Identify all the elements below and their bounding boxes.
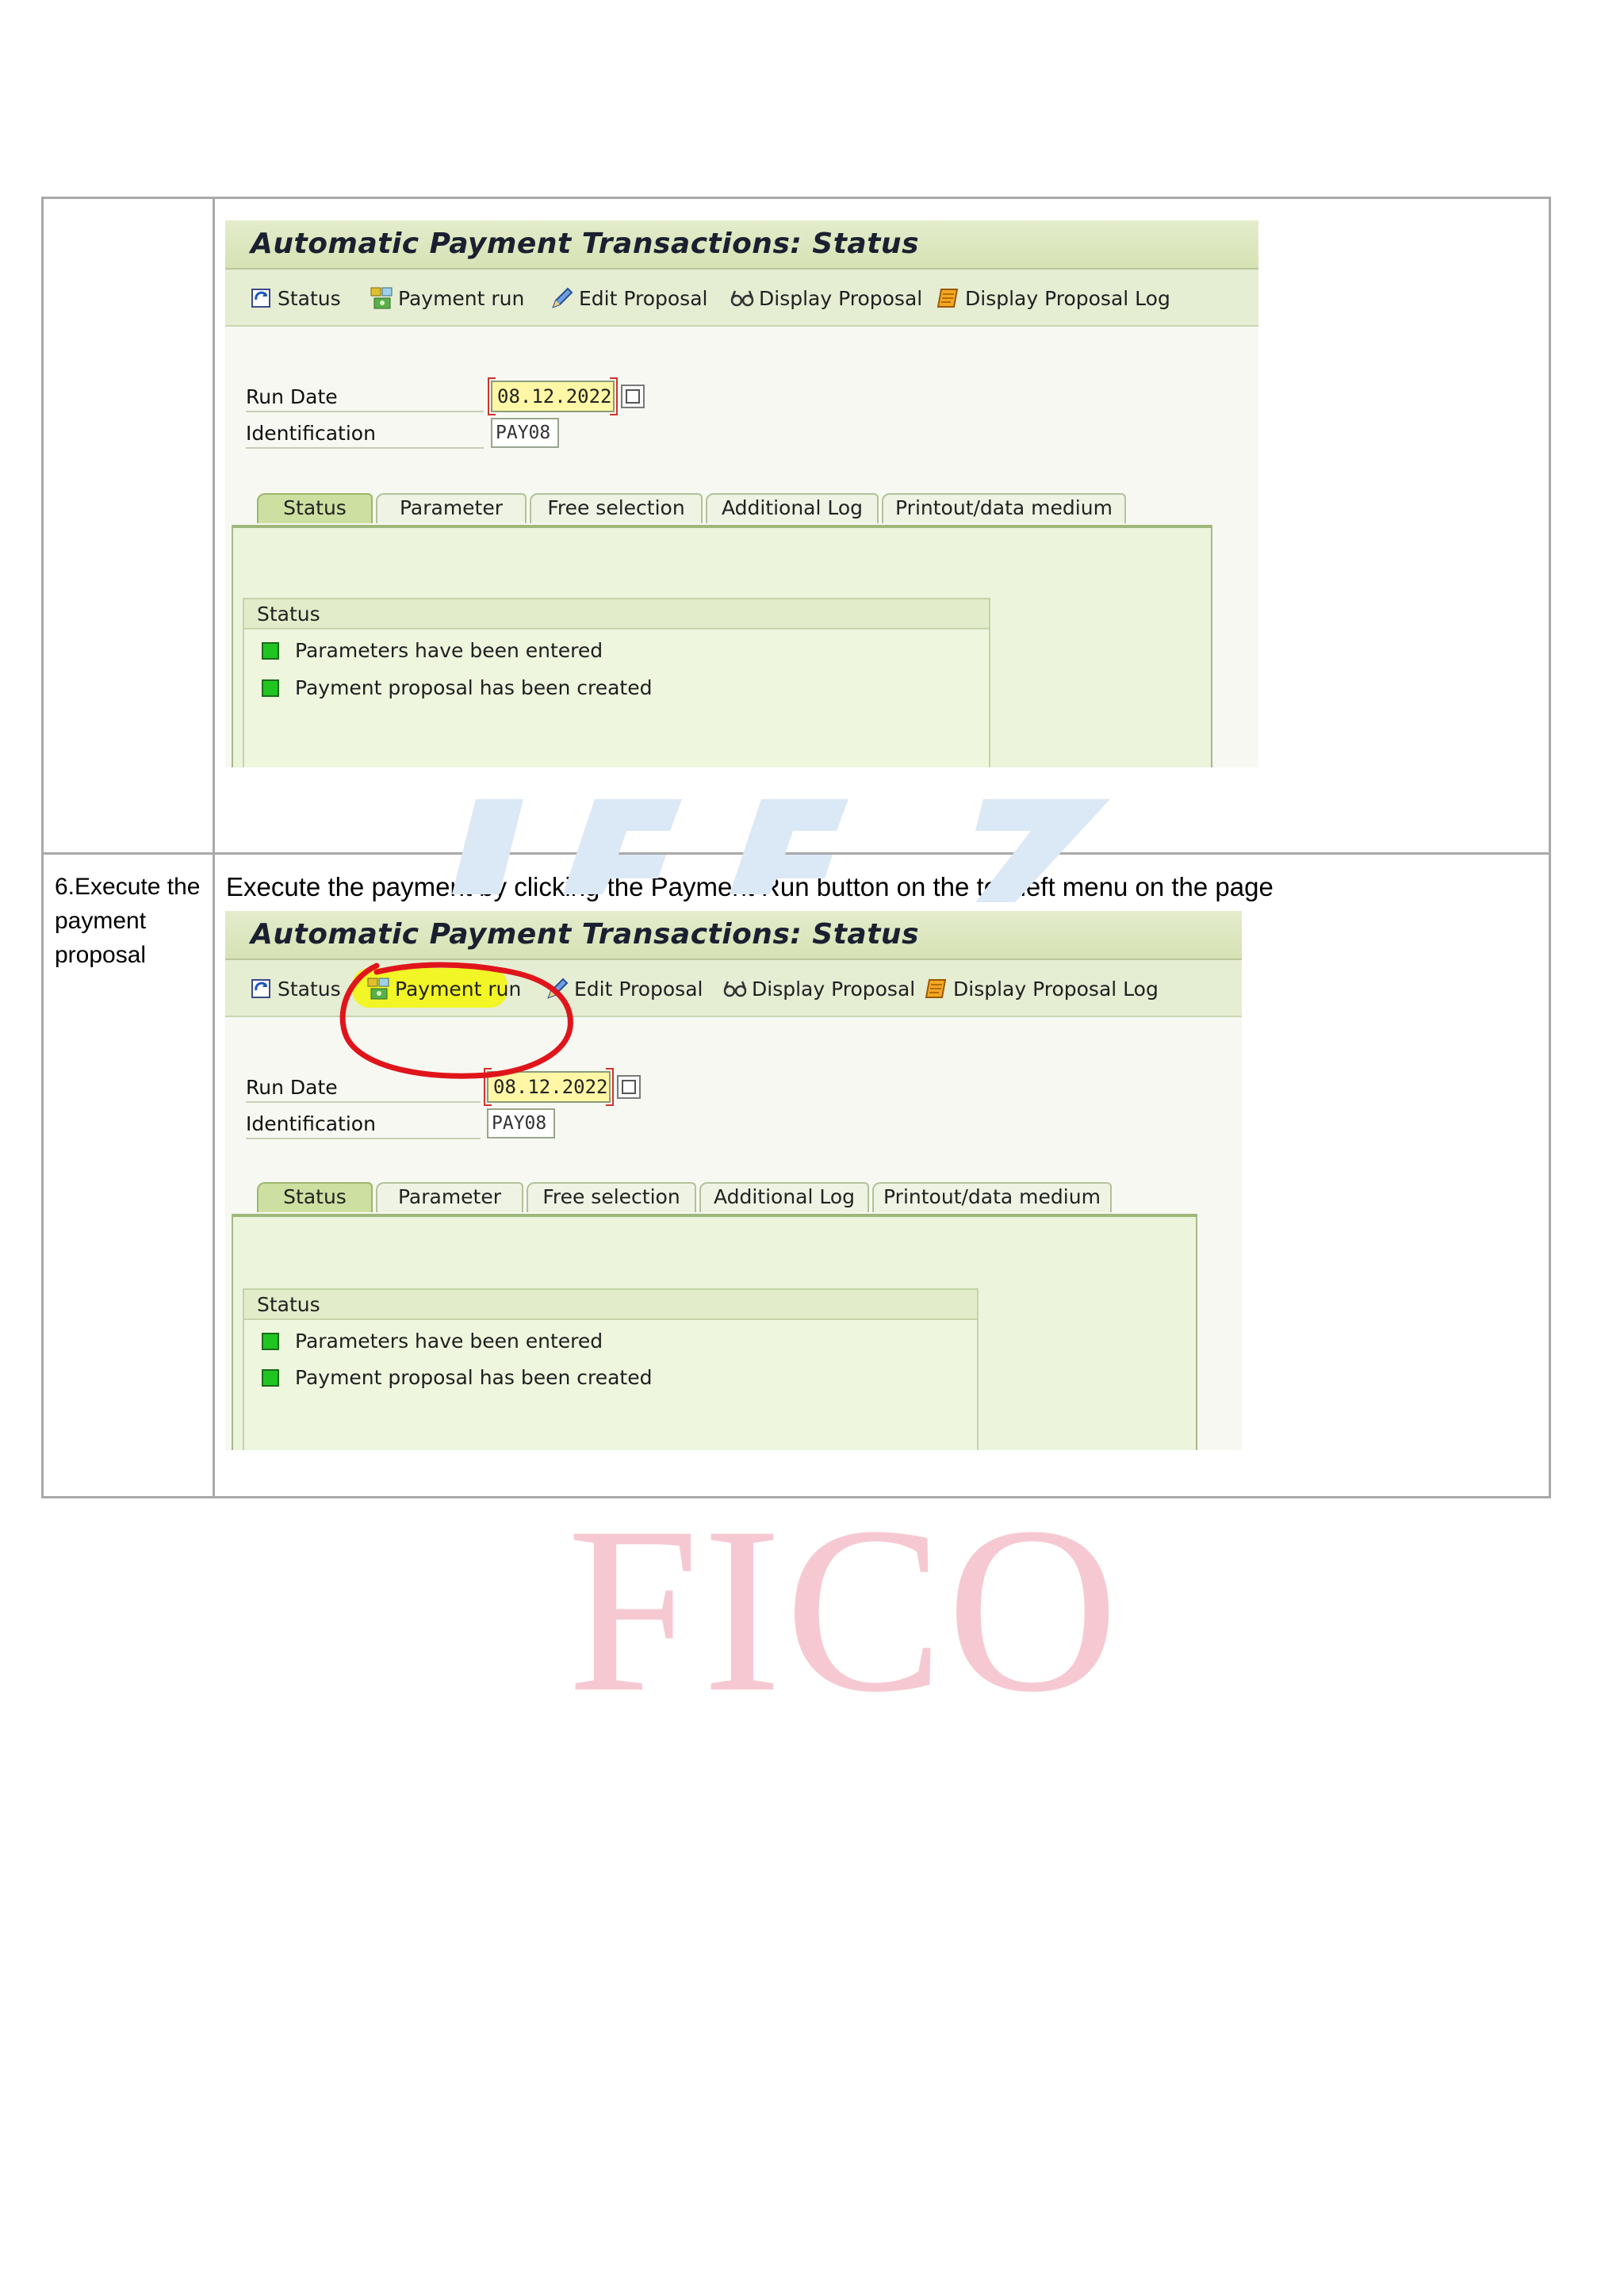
display-proposal-log-label: Display Proposal Log	[953, 977, 1159, 1001]
tab-strip: Status Parameter Free selection Addition…	[257, 1182, 1177, 1214]
value-help-button[interactable]	[621, 385, 645, 408]
status-button[interactable]: Status	[247, 974, 341, 1003]
tab-panel: Status Parameters have been entered Paym…	[232, 525, 1212, 767]
screen-title: Automatic Payment Transactions: Status	[251, 228, 919, 260]
tab-parameter[interactable]: Parameter	[376, 493, 527, 523]
run-date-label: Run Date	[246, 385, 338, 408]
run-date-input[interactable]: 08.12.2022	[484, 1068, 614, 1106]
status-button-label: Status	[278, 977, 341, 1001]
identification-label: Identification	[246, 1112, 376, 1135]
payment-run-icon	[370, 287, 393, 309]
edit-proposal-button[interactable]: Edit Proposal	[544, 974, 703, 1003]
status-item-text: Parameters have been entered	[295, 1330, 603, 1353]
status-button-label: Status	[278, 286, 341, 310]
value-help-button[interactable]	[617, 1075, 641, 1099]
payment-run-button[interactable]: Payment run	[365, 974, 521, 1003]
run-date-underline	[246, 411, 484, 412]
step-instruction: Execute the payment by clicking the Paym…	[226, 872, 1274, 901]
screen-title-bar: Automatic Payment Transactions: Status	[225, 220, 1258, 270]
refresh-status-icon	[251, 289, 270, 308]
tab-panel: Status Parameters have been entered Paym…	[232, 1214, 1197, 1450]
status-group-title-bar: Status	[244, 599, 989, 629]
display-proposal-log-button[interactable]: Display Proposal Log	[923, 974, 1159, 1003]
display-proposal-log-button[interactable]: Display Proposal Log	[935, 284, 1170, 312]
tab-free-selection[interactable]: Free selection	[527, 1182, 696, 1212]
status-group-title: Status	[257, 1293, 320, 1316]
log-scroll-icon	[925, 979, 947, 998]
sap-screen-status-1: Automatic Payment Transactions: Status S…	[225, 220, 1258, 767]
green-led-icon	[262, 1368, 279, 1387]
identification-label: Identification	[246, 422, 376, 445]
tab-strip: Status Parameter Free selection Addition…	[257, 493, 1193, 525]
status-group-title-bar: Status	[244, 1290, 977, 1320]
tab-free-selection[interactable]: Free selection	[530, 493, 703, 523]
display-proposal-log-label: Display Proposal Log	[965, 286, 1170, 310]
tab-printout-data-medium[interactable]: Printout/data medium	[882, 493, 1126, 523]
display-proposal-button[interactable]: Display Proposal	[729, 284, 922, 312]
tab-additional-log[interactable]: Additional Log	[706, 493, 879, 523]
run-date-underline	[246, 1101, 481, 1103]
display-proposal-label: Display Proposal	[759, 286, 923, 310]
status-group-box: Status Parameters have been entered Paym…	[243, 598, 990, 767]
status-group-box: Status Parameters have been entered Paym…	[243, 1288, 979, 1450]
status-item: Parameters have been entered	[262, 1330, 603, 1353]
payment-run-label: Payment run	[398, 286, 525, 310]
status-group-title: Status	[257, 603, 320, 626]
pencil-icon	[547, 978, 569, 999]
log-scroll-icon	[936, 289, 959, 308]
payment-run-button[interactable]: Payment run	[368, 284, 524, 312]
glasses-icon	[723, 981, 747, 997]
status-item: Parameters have been entered	[262, 639, 603, 662]
display-proposal-label: Display Proposal	[752, 977, 916, 1001]
row-divider	[44, 852, 1549, 855]
status-item-text: Parameters have been entered	[295, 639, 603, 662]
document-table: Automatic Payment Transactions: Status S…	[41, 197, 1551, 1498]
refresh-status-icon	[251, 979, 270, 998]
tab-additional-log[interactable]: Additional Log	[699, 1182, 869, 1212]
run-date-label: Run Date	[246, 1076, 338, 1099]
status-item-text: Payment proposal has been created	[295, 676, 653, 699]
display-proposal-button[interactable]: Display Proposal	[722, 974, 915, 1003]
payment-run-icon	[367, 978, 389, 1000]
payment-run-label: Payment run	[395, 977, 522, 1001]
edit-proposal-label: Edit Proposal	[579, 286, 708, 310]
identification-underline	[246, 1138, 481, 1139]
identification-input[interactable]: PAY08	[491, 418, 559, 448]
screen-title-bar: Automatic Payment Transactions: Status	[225, 911, 1242, 960]
status-item: Payment proposal has been created	[262, 1366, 652, 1389]
green-led-icon	[262, 1332, 279, 1350]
status-item-text: Payment proposal has been created	[295, 1366, 653, 1389]
column-divider	[213, 199, 215, 1496]
application-toolbar: Status Payment run Edit Proposal Display…	[225, 960, 1242, 1017]
tab-status[interactable]: Status	[257, 1182, 373, 1212]
edit-proposal-button[interactable]: Edit Proposal	[549, 284, 707, 312]
tab-printout-data-medium[interactable]: Printout/data medium	[872, 1182, 1112, 1212]
pencil-icon	[552, 287, 573, 308]
glasses-icon	[730, 290, 754, 307]
identification-input[interactable]: PAY08	[487, 1108, 555, 1138]
status-button[interactable]: Status	[247, 284, 341, 312]
sap-screen-status-2: Automatic Payment Transactions: Status S…	[225, 911, 1242, 1450]
edit-proposal-label: Edit Proposal	[574, 977, 703, 1001]
step-label: 6.Execute the payment proposal	[55, 874, 201, 968]
green-led-icon	[262, 641, 279, 660]
screen-title: Automatic Payment Transactions: Status	[251, 918, 919, 951]
tab-status[interactable]: Status	[257, 493, 373, 523]
identification-underline	[246, 447, 484, 449]
status-item: Payment proposal has been created	[262, 676, 652, 699]
tab-parameter[interactable]: Parameter	[376, 1182, 523, 1212]
watermark-fico: FICO	[567, 1478, 1122, 1741]
application-toolbar: Status Payment run Edit Proposal Display…	[225, 270, 1258, 327]
green-led-icon	[262, 679, 279, 697]
run-date-input[interactable]: 08.12.2022	[488, 377, 618, 415]
